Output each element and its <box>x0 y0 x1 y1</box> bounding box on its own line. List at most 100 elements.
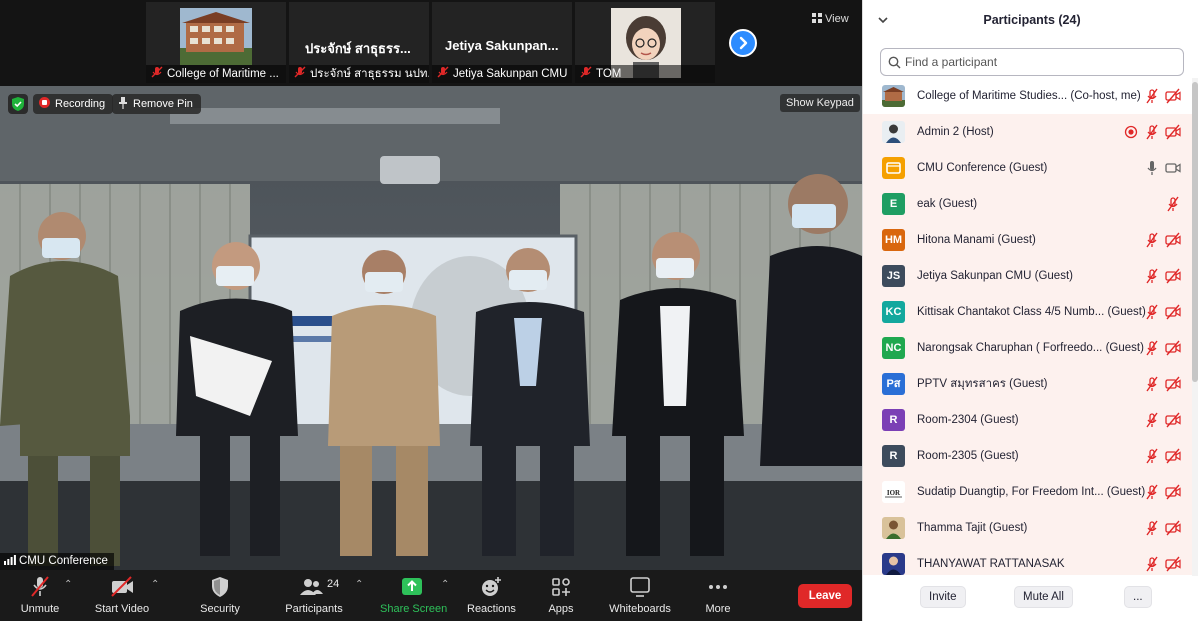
participant-row[interactable]: R Room-2305 (Guest) <box>863 438 1193 474</box>
participant-status-icons <box>1139 556 1181 572</box>
active-speaker-label: CMU Conference <box>0 553 114 570</box>
video-off-icon[interactable] <box>1165 268 1181 284</box>
mic-muted-icon[interactable] <box>1144 268 1160 284</box>
mic-muted-icon[interactable] <box>1144 412 1160 428</box>
participant-row[interactable]: THANYAWAT RATTANASAK <box>863 546 1193 575</box>
avatar <box>882 553 905 575</box>
thumbnail-prajak[interactable]: ประจักษ์ สาธุธรร... ประจักษ์ สาธุธรรม นป… <box>289 2 429 83</box>
recording-indicator[interactable]: Recording <box>33 94 114 114</box>
share-options-chevron-icon[interactable]: ⌃ <box>441 579 449 590</box>
participants-button[interactable]: 24 Participants <box>284 576 344 618</box>
participant-row[interactable]: NC Narongsak Charuphan ( Forfreedo... (Gu… <box>863 330 1193 366</box>
participants-options-chevron-icon[interactable]: ⌃ <box>355 579 363 590</box>
next-page-arrow-icon[interactable] <box>729 29 757 57</box>
mic-muted-icon[interactable] <box>1144 484 1160 500</box>
show-keypad-button[interactable]: Show Keypad <box>780 94 860 112</box>
mute-all-button[interactable]: Mute All <box>1014 586 1073 608</box>
thumbnail-college[interactable]: College of Maritime ... <box>146 2 286 83</box>
security-shield-icon[interactable] <box>8 94 28 114</box>
participant-status-icons <box>1160 196 1181 212</box>
avatar: IOR <box>882 481 905 503</box>
video-off-icon[interactable] <box>1165 556 1181 572</box>
mic-muted-icon[interactable] <box>1144 556 1160 572</box>
scrollbar-thumb[interactable] <box>1192 82 1198 382</box>
thumbnail-name: ประจักษ์ สาธุธรร... <box>305 41 411 56</box>
participant-name: College of Maritime Studies... (Co-host,… <box>917 78 1141 114</box>
mic-muted-icon[interactable] <box>1144 520 1160 536</box>
view-button[interactable]: View <box>808 10 853 28</box>
apps-button[interactable]: Apps <box>544 576 578 618</box>
participant-role: (Host) <box>962 126 994 138</box>
mic-muted-icon[interactable] <box>1144 448 1160 464</box>
participant-row[interactable]: Admin 2 (Host) <box>863 114 1193 150</box>
participant-row[interactable]: Pส PPTV สมุทรสาคร (Guest) <box>863 366 1193 402</box>
participant-name: PPTV สมุทรสาคร (Guest) <box>917 366 1047 402</box>
thumbnail-jetiya[interactable]: Jetiya Sakunpan... Jetiya Sakunpan CMU <box>432 2 572 83</box>
audio-options-chevron-icon[interactable]: ⌃ <box>64 579 72 590</box>
participant-name: Room-2305 (Guest) <box>917 438 1019 474</box>
participant-row[interactable]: College of Maritime Studies... (Co-host,… <box>863 78 1193 114</box>
mic-muted-icon[interactable] <box>1165 196 1181 212</box>
thumbnail-tom[interactable]: TOM <box>575 2 715 83</box>
participant-role: (Co-host, me) <box>1070 90 1141 102</box>
more-button[interactable]: More <box>702 576 734 618</box>
video-off-icon[interactable] <box>1165 448 1181 464</box>
participant-name: Sudatip Duangtip, For Freedom Int... (Gu… <box>917 474 1145 510</box>
participant-list-scrollbar[interactable] <box>1192 78 1198 576</box>
participant-role: (Guest) <box>1009 162 1048 174</box>
avatar: Pส <box>882 373 905 395</box>
mic-muted-icon[interactable] <box>1144 88 1160 104</box>
participant-row[interactable]: Thamma Tajit (Guest) <box>863 510 1193 546</box>
video-off-icon[interactable] <box>1165 520 1181 536</box>
invite-button[interactable]: Invite <box>920 586 966 608</box>
thumbnail-label: Jetiya Sakunpan CMU <box>432 65 572 83</box>
reactions-button[interactable]: Reactions <box>467 576 516 618</box>
start-video-button[interactable]: Start Video <box>94 576 150 618</box>
share-screen-button[interactable]: Share Screen <box>380 576 447 618</box>
participants-icon <box>300 579 323 595</box>
video-off-icon[interactable] <box>1165 376 1181 392</box>
thumbnail-label: ประจักษ์ สาธุธรรม นปท.เ... <box>289 65 429 83</box>
participant-status-icons <box>1139 88 1181 104</box>
mic-muted-icon[interactable] <box>1144 304 1160 320</box>
participant-role: (Guest) <box>1009 378 1048 390</box>
mic-muted-icon <box>151 66 163 78</box>
video-options-chevron-icon[interactable]: ⌃ <box>151 579 159 590</box>
thumbnail-name: Jetiya Sakunpan... <box>445 38 559 53</box>
video-off-icon[interactable] <box>1165 340 1181 356</box>
mic-muted-icon[interactable] <box>1144 232 1160 248</box>
mic-muted-icon[interactable] <box>1144 376 1160 392</box>
participant-row[interactable]: JS Jetiya Sakunpan CMU (Guest) <box>863 258 1193 294</box>
participant-display-name: College of Maritime Studies... <box>917 90 1068 102</box>
participant-row[interactable]: KC Kittisak Chantakot Class 4/5 Numb... (… <box>863 294 1193 330</box>
avatar: JS <box>882 265 905 287</box>
mic-muted-icon <box>437 66 449 78</box>
mic-muted-icon[interactable] <box>1144 124 1160 140</box>
video-off-icon[interactable] <box>1165 484 1181 500</box>
search-input[interactable] <box>905 53 1175 71</box>
video-off-icon[interactable] <box>1165 304 1181 320</box>
video-icon[interactable] <box>1165 160 1181 176</box>
participant-row[interactable]: R Room-2304 (Guest) <box>863 402 1193 438</box>
video-off-icon[interactable] <box>1165 124 1181 140</box>
participant-role: (Guest) <box>997 234 1036 246</box>
more-options-button[interactable]: ... <box>1124 586 1152 608</box>
video-off-icon[interactable] <box>1165 88 1181 104</box>
leave-button[interactable]: Leave <box>798 584 852 608</box>
unmute-button[interactable]: Unmute <box>17 576 63 618</box>
video-off-icon[interactable] <box>1165 232 1181 248</box>
avatar: R <box>882 445 905 467</box>
apps-icon <box>552 578 570 596</box>
video-off-icon[interactable] <box>1165 412 1181 428</box>
participant-row[interactable]: HM Hitona Manami (Guest) <box>863 222 1193 258</box>
participant-row[interactable]: CMU Conference (Guest) <box>863 150 1193 186</box>
mic-muted-icon[interactable] <box>1144 340 1160 356</box>
whiteboards-button[interactable]: Whiteboards <box>609 576 671 618</box>
participant-search[interactable] <box>880 48 1184 76</box>
security-button[interactable]: Security <box>198 576 242 618</box>
mic-icon[interactable] <box>1144 160 1160 176</box>
participant-row[interactable]: IOR Sudatip Duangtip, For Freedom Int... … <box>863 474 1193 510</box>
remove-pin-button[interactable]: Remove Pin <box>112 94 201 114</box>
participant-row[interactable]: Eeak (Guest) <box>863 186 1193 222</box>
more-dots-icon <box>709 585 727 589</box>
